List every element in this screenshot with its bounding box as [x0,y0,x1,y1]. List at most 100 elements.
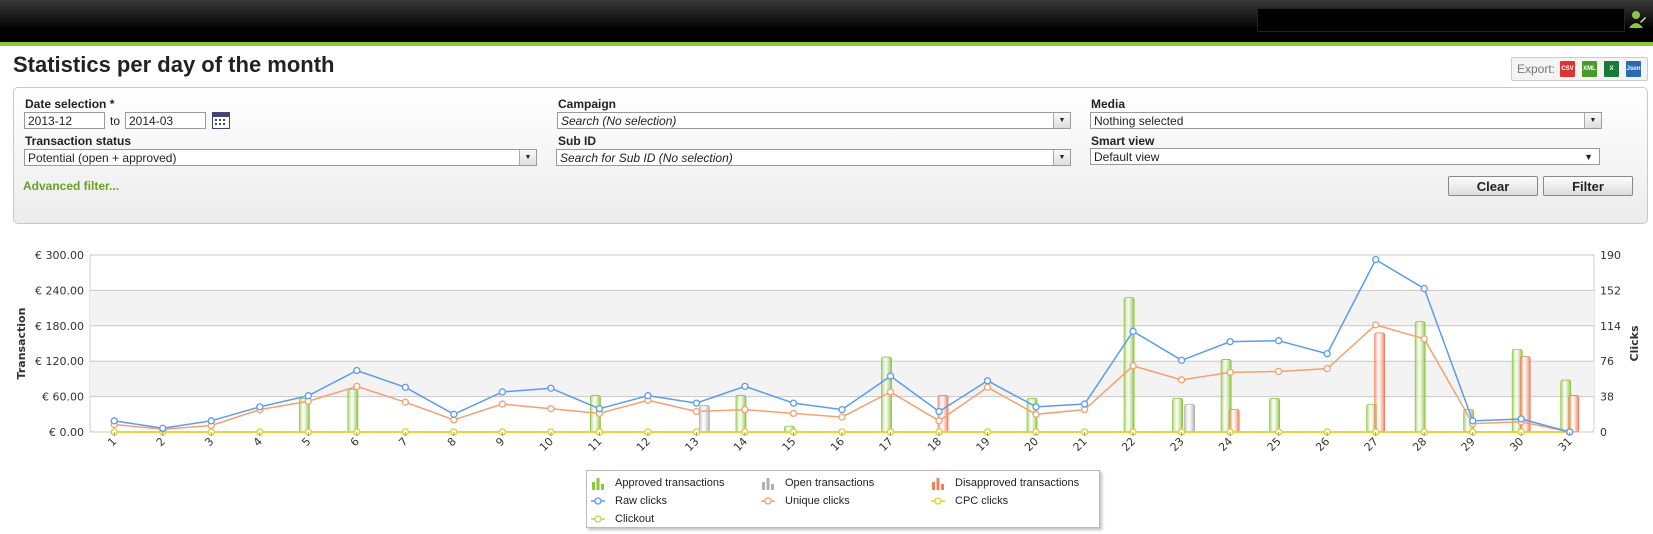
json-export-icon[interactable]: Json [1626,61,1641,77]
y-left-tick-label: € 120.00 [35,355,84,368]
legend-label: CPC clicks [955,495,1009,507]
user-edit-icon[interactable] [1628,8,1646,30]
excel-export-icon[interactable]: X [1604,61,1619,77]
x-tick-label: 1 [105,435,119,449]
point-unique-clicks [838,413,846,421]
bar-approved-transactions [1172,397,1184,433]
x-tick-label: 31 [1556,435,1575,454]
x-tick-label: 6 [348,435,362,449]
chevron-down-icon[interactable]: ▼ [1053,150,1070,165]
point-unique-clicks [789,409,798,418]
chevron-down-icon[interactable]: ▼ [1584,149,1593,166]
media-label: Media [1091,97,1126,111]
x-tick-label: 18 [925,435,944,454]
y-right-tick-label: 38 [1600,391,1614,404]
point-unique-clicks [401,398,410,406]
point-raw-clicks [304,392,312,400]
bar-open-transactions [699,405,710,433]
legend-label: Raw clicks [615,495,667,507]
bar-approved-transactions [1269,397,1281,433]
transaction-status-label: Transaction status [25,134,132,148]
line-marker-icon [591,497,605,505]
line-marker-icon [591,515,605,523]
transaction-status-value: Potential (open + approved) [28,151,177,165]
smart-view-select[interactable]: Default view ▼ [1090,148,1600,165]
point-unique-clicks [1372,321,1380,329]
chart-legend: Approved transactions Open transactions … [586,470,1100,528]
accent-line [0,42,1653,46]
point-raw-clicks [886,372,895,380]
point-raw-clicks [110,417,118,425]
point-raw-clicks [789,399,798,407]
x-tick-label: 13 [682,435,701,454]
x-tick-label: 28 [1410,435,1429,454]
point-raw-clicks [159,424,167,432]
x-tick-label: 20 [1022,435,1041,454]
transaction-status-select[interactable]: Potential (open + approved) ▼ [24,149,537,166]
point-raw-clicks [741,382,749,391]
point-raw-clicks [1032,403,1040,411]
x-tick-label: 5 [299,435,313,449]
csv-export-icon[interactable]: CSV [1560,61,1575,77]
y-right-axis-label: Clicks [1628,325,1641,361]
point-unique-clicks [1177,376,1186,384]
y-left-tick-label: € 0.00 [49,426,84,439]
x-tick-label: 30 [1507,435,1526,454]
chevron-down-icon[interactable]: ▼ [1584,113,1601,128]
campaign-value: Search (No selection) [561,114,677,128]
sub-id-select[interactable]: Search for Sub ID (No selection) ▼ [556,149,1071,166]
clear-button[interactable]: Clear [1448,176,1538,196]
chevron-down-icon[interactable]: ▼ [1053,113,1070,128]
x-tick-label: 16 [828,435,847,454]
date-to-input[interactable]: 2014-03 [125,112,206,129]
legend-label: Clickout [615,513,655,525]
point-unique-clicks [1420,335,1428,343]
y-right-tick-label: 190 [1600,249,1621,262]
filter-button[interactable]: Filter [1543,176,1633,196]
point-unique-clicks [935,417,943,425]
point-raw-clicks [547,384,555,392]
point-unique-clicks [1323,365,1331,373]
y-left-axis-label: Transaction [15,308,28,380]
point-unique-clicks [1226,368,1234,377]
x-tick-label: 2 [154,435,168,449]
bar-open-transactions [1184,403,1196,433]
xml-export-icon[interactable]: XML [1582,61,1597,77]
point-raw-clicks [983,377,992,385]
point-raw-clicks [1517,415,1525,423]
user-box[interactable] [1257,8,1625,32]
bar-approved-transactions [735,395,747,433]
point-raw-clicks [1274,337,1283,345]
x-tick-label: 4 [251,435,265,449]
point-unique-clicks [1274,367,1283,376]
media-select[interactable]: Nothing selected ▼ [1090,112,1602,129]
point-raw-clicks [401,383,410,391]
x-tick-label: 7 [396,435,410,449]
date-selection-label: Date selection * [25,97,115,111]
point-raw-clicks [1080,400,1089,408]
bar-chart-icon [762,478,774,490]
advanced-filter-link[interactable]: Advanced filter... [23,179,119,193]
bar-approved-transactions [347,389,359,433]
y-right-tick-label: 114 [1600,320,1621,333]
chevron-down-icon[interactable]: ▼ [519,150,536,165]
date-from-input[interactable]: 2013-12 [24,112,105,129]
point-raw-clicks [1226,337,1234,346]
grid-band [90,290,1594,326]
x-tick-label: 8 [445,435,459,449]
campaign-select[interactable]: Search (No selection) ▼ [557,112,1071,129]
point-raw-clicks [1129,327,1137,336]
x-tick-label: 26 [1313,435,1332,454]
calendar-icon[interactable] [212,112,230,129]
point-raw-clicks [353,366,361,375]
point-unique-clicks [353,382,361,391]
y-left-tick-label: € 300.00 [35,249,84,262]
point-raw-clicks [1469,417,1477,425]
x-tick-label: 12 [634,435,653,454]
x-tick-label: 14 [731,435,750,454]
legend-label: Approved transactions [615,477,725,489]
x-tick-label: 11 [585,435,604,454]
bar-chart-icon [592,478,604,490]
date-to-label: to [110,114,121,128]
point-unique-clicks [498,400,507,408]
